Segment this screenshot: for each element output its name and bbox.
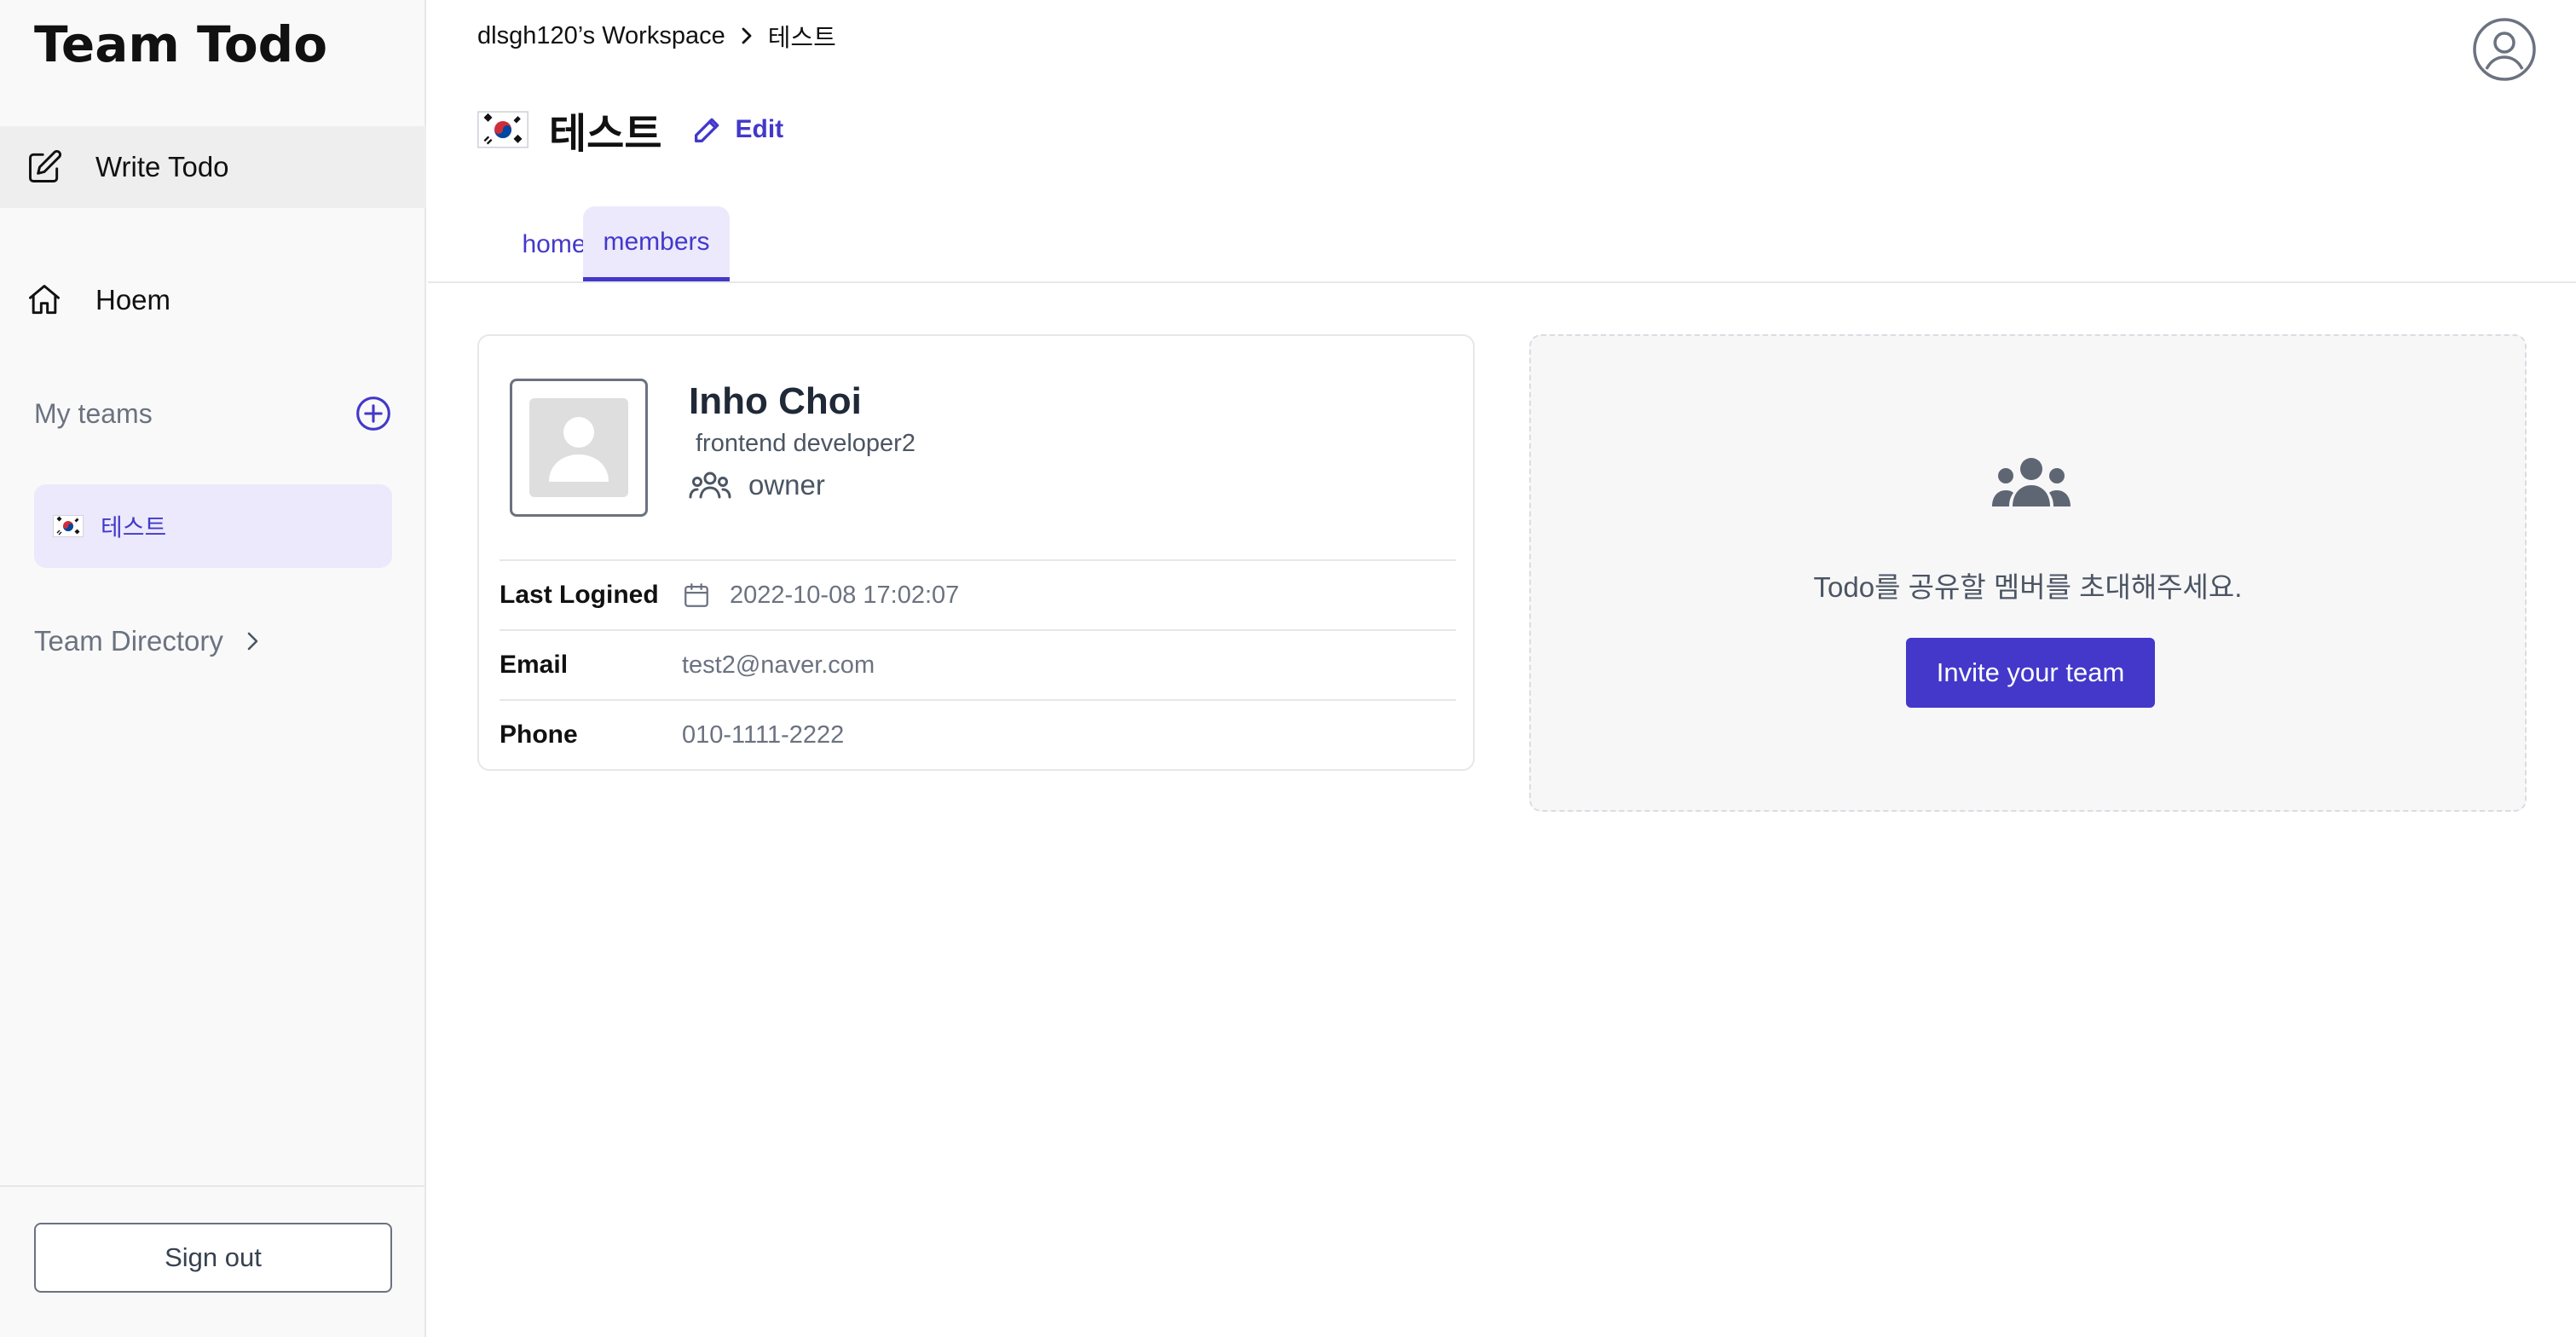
user-avatar-button[interactable] xyxy=(2472,17,2537,82)
edit-label: Edit xyxy=(735,115,784,143)
add-team-button[interactable] xyxy=(355,395,392,432)
sidebar-item-label: Write Todo xyxy=(95,151,229,182)
main-content: dlsgh120’s Workspace 테스트 테스트 Edit home m… xyxy=(428,0,2576,1337)
info-value: 2022-10-08 17:02:07 xyxy=(682,581,959,610)
team-directory-label: Team Directory xyxy=(34,625,223,657)
member-info-list: Last Logined 2022-10-08 17:02:07 Email t… xyxy=(500,559,1456,769)
info-key: Last Logined xyxy=(500,581,659,609)
sidebar-team-item[interactable]: 테스트 xyxy=(34,484,392,568)
user-circle-icon xyxy=(2473,18,2536,81)
app-logo: Team Todo xyxy=(34,15,328,73)
sidebar: Team Todo Write Todo Hoem My teams 테스트 T… xyxy=(0,0,426,1337)
invite-team-button[interactable]: Invite your team xyxy=(1906,638,2155,708)
email-value: test2@naver.com xyxy=(682,651,875,679)
my-teams-label: My teams xyxy=(34,397,153,429)
users-group-icon xyxy=(1990,455,2072,508)
last-logined-value: 2022-10-08 17:02:07 xyxy=(730,581,960,609)
chevron-right-icon xyxy=(242,628,263,654)
team-tabs: home members xyxy=(428,205,2576,283)
breadcrumb-team[interactable]: 테스트 xyxy=(768,18,836,54)
chevron-right-icon xyxy=(739,25,754,47)
plus-circle-icon xyxy=(356,396,390,431)
home-icon xyxy=(26,281,63,319)
info-row-last-logined: Last Logined 2022-10-08 17:02:07 xyxy=(500,559,1456,629)
user-placeholder-icon xyxy=(529,398,628,497)
calendar-icon xyxy=(682,581,711,610)
invite-message: Todo를 공유할 멤버를 초대해주세요. xyxy=(1813,571,2243,603)
flag-kr-icon xyxy=(53,515,84,537)
phone-value: 010-1111-2222 xyxy=(682,721,845,749)
page-title: 테스트 xyxy=(549,112,662,157)
team-name: 테스트 xyxy=(101,514,167,541)
flag-kr-icon xyxy=(477,111,528,148)
invite-card: Todo를 공유할 멤버를 초대해주세요. Invite your team xyxy=(1529,334,2527,812)
member-role: frontend developer2 xyxy=(696,430,915,457)
pencil-icon xyxy=(690,113,725,147)
sidebar-item-write-todo[interactable]: Write Todo xyxy=(0,126,426,208)
info-row-phone: Phone 010-1111-2222 xyxy=(500,699,1456,769)
info-key: Email xyxy=(500,651,569,679)
my-teams-header: My teams xyxy=(34,392,392,435)
breadcrumb: dlsgh120’s Workspace 테스트 xyxy=(477,19,836,53)
team-title-row: 테스트 Edit xyxy=(477,96,783,164)
team-directory-link[interactable]: Team Directory xyxy=(34,617,263,665)
member-permission: owner xyxy=(689,469,825,501)
member-name: Inho Choi xyxy=(689,380,862,422)
member-photo xyxy=(510,379,648,517)
sidebar-item-home[interactable]: Hoem xyxy=(0,259,426,341)
sidebar-footer: Sign out xyxy=(0,1185,426,1337)
member-card: Inho Choi frontend developer2 owner Last… xyxy=(477,334,1475,771)
breadcrumb-workspace[interactable]: dlsgh120’s Workspace xyxy=(477,22,725,50)
edit-square-icon xyxy=(26,148,63,186)
sidebar-item-label: Hoem xyxy=(95,284,171,315)
info-row-email: Email test2@naver.com xyxy=(500,629,1456,699)
tab-members[interactable]: members xyxy=(583,206,730,281)
users-group-icon xyxy=(689,471,731,500)
edit-team-button[interactable]: Edit xyxy=(690,113,783,147)
info-key: Phone xyxy=(500,721,578,749)
sign-out-button[interactable]: Sign out xyxy=(34,1223,392,1293)
member-permission-label: owner xyxy=(748,469,825,501)
